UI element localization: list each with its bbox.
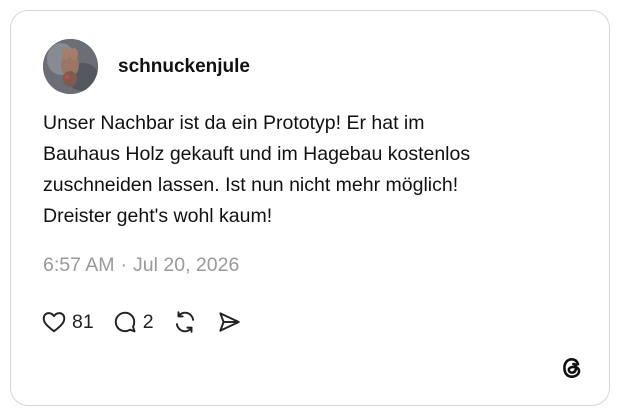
action-bar: 81 2: [41, 309, 260, 335]
like-button[interactable]: 81: [41, 309, 94, 335]
repost-button[interactable]: [172, 309, 198, 335]
reply-button[interactable]: 2: [112, 309, 154, 335]
post-header: schnuckenjule: [43, 39, 250, 94]
post-card: schnuckenjule Unser Nachbar ist da ein P…: [10, 10, 610, 406]
timestamp-separator: ·: [120, 254, 128, 276]
username[interactable]: schnuckenjule: [118, 56, 250, 78]
heart-icon: [41, 309, 67, 335]
avatar[interactable]: [43, 39, 98, 94]
comment-bubble-icon: [112, 309, 138, 335]
repost-icon: [172, 309, 198, 335]
post-timestamp: 6:57 AM · Jul 20, 2026: [43, 254, 239, 277]
post-time: 6:57 AM: [43, 254, 115, 276]
post-date: Jul 20, 2026: [133, 254, 240, 276]
send-icon: [216, 309, 242, 335]
like-count: 81: [72, 310, 94, 333]
avatar-image: [43, 39, 98, 94]
post-text: Unser Nachbar ist da ein Prototyp! Er ha…: [43, 112, 471, 227]
threads-logo-icon[interactable]: [559, 355, 585, 381]
reply-count: 2: [142, 310, 154, 333]
share-button[interactable]: [216, 309, 242, 335]
